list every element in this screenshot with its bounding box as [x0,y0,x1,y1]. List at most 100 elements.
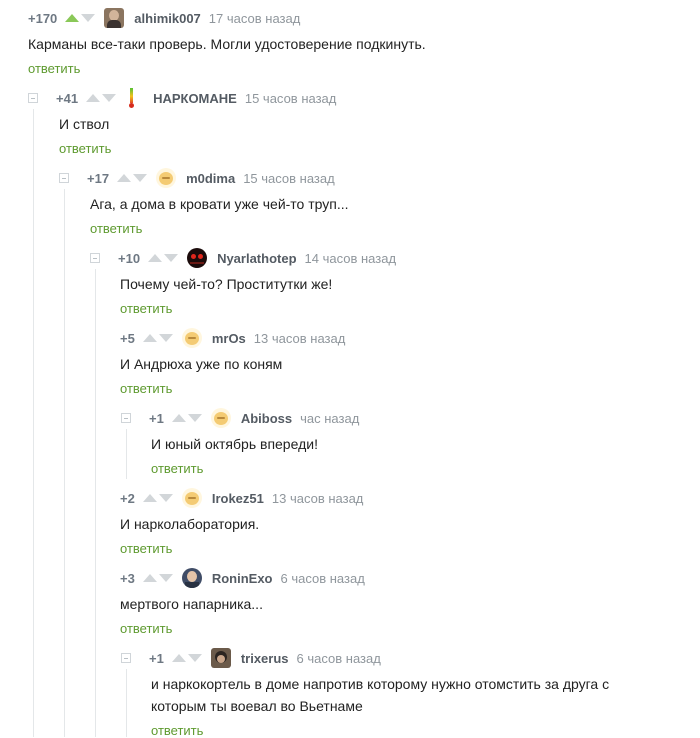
comment-rating: +1 [149,650,164,666]
comment-time[interactable]: 13 часов назад [272,491,364,506]
comment-header: +170 alhimik007 17 часов назад [28,8,300,28]
comment-header: +1 Abiboss час назад [121,408,359,428]
vote-controls [65,14,96,22]
comment-time[interactable]: 15 часов назад [243,171,335,186]
user-avatar[interactable] [210,648,231,668]
reply-link[interactable]: ответить [151,723,203,738]
comment-header: +41 НАРКОМАНЕ 15 часов назад [28,88,336,108]
comment-time[interactable]: 13 часов назад [254,331,346,346]
reply-link[interactable]: ответить [28,61,80,76]
reply-link[interactable]: ответить [120,541,172,556]
downvote-arrow-icon[interactable] [133,174,148,182]
comment-time[interactable]: 6 часов назад [281,571,365,586]
collapse-toggle-icon[interactable] [59,173,69,183]
comment-author[interactable]: Irokez51 [212,491,264,506]
user-avatar[interactable] [181,488,202,508]
comment-author[interactable]: RoninExo [212,571,273,586]
comment-rating: +5 [120,330,135,346]
vote-controls [171,654,202,662]
reply-link[interactable]: ответить [59,141,111,156]
comment-author[interactable]: Abiboss [241,411,292,426]
comment-time[interactable]: час назад [300,411,359,426]
reply-link[interactable]: ответить [90,221,142,236]
comment-header: +2 Irokez51 13 часов назад [120,488,363,508]
downvote-arrow-icon[interactable] [102,94,117,102]
comment-rating: +17 [87,170,110,186]
comment-text: И Андрюха уже по коням [120,356,283,372]
upvote-arrow-icon[interactable] [171,654,186,662]
comment-time[interactable]: 14 часов назад [305,251,397,266]
comment-header: +10 Nyarlathotep 14 часов назад [90,248,396,268]
vote-controls [142,574,173,582]
downvote-arrow-icon[interactable] [81,14,96,22]
comment-text: И нарколаборатория. [120,516,260,532]
comment-text: И юный октябрь впереди! [151,436,318,452]
downvote-arrow-icon[interactable] [164,254,179,262]
vote-controls [171,414,202,422]
user-avatar[interactable] [187,248,208,268]
comment-author[interactable]: Nyarlathotep [217,251,296,266]
upvote-arrow-icon[interactable] [86,94,101,102]
comment-rating: +3 [120,570,135,586]
downvote-arrow-icon[interactable] [158,494,173,502]
comment-text: И ствол [59,116,110,132]
vote-controls [148,254,179,262]
comment-author[interactable]: m0dima [186,171,235,186]
comment-time[interactable]: 15 часов назад [245,91,337,106]
reply-link[interactable]: ответить [120,621,172,636]
reply-link[interactable]: ответить [120,381,172,396]
comment-text: Почему чей-то? Проститутки же! [120,276,333,292]
upvote-arrow-icon[interactable] [148,254,163,262]
upvote-arrow-icon[interactable] [117,174,132,182]
comment-time[interactable]: 17 часов назад [209,11,301,26]
user-avatar[interactable] [181,568,202,588]
thread-branch-line [33,109,34,737]
comment-header: +3 RoninExo 6 часов назад [120,568,365,588]
reply-link[interactable]: ответить [151,461,203,476]
comment-author[interactable]: mrOs [212,331,246,346]
comment-text: которым ты воевал во Вьетнаме [151,698,363,714]
upvote-arrow-icon[interactable] [142,494,157,502]
comment-rating: +2 [120,490,135,506]
downvote-arrow-icon[interactable] [187,654,202,662]
vote-controls [142,494,173,502]
user-avatar[interactable] [104,8,125,28]
comment-author[interactable]: alhimik007 [134,11,201,26]
collapse-toggle-icon[interactable] [90,253,100,263]
user-avatar[interactable] [156,168,177,188]
downvote-arrow-icon[interactable] [187,414,202,422]
collapse-toggle-icon[interactable] [121,653,131,663]
thread-branch-line [64,189,65,737]
comment-text: Ага, а дома в кровати уже чей-то труп... [90,196,349,212]
thread-branch-line [126,429,127,479]
comment-rating: +1 [149,410,164,426]
upvote-arrow-icon[interactable] [171,414,186,422]
comment-rating: +10 [118,250,141,266]
vote-controls [86,94,117,102]
thread-branch-line [126,669,127,737]
comment-text: Карманы все-таки проверь. Могли удостове… [28,36,426,52]
comment-rating: +170 [28,10,58,26]
user-avatar[interactable] [125,88,139,108]
collapse-toggle-icon[interactable] [121,413,131,423]
comment-author[interactable]: trixerus [241,651,289,666]
comment-header: +5 mrOs 13 часов назад [120,328,345,348]
upvote-arrow-icon[interactable] [142,334,157,342]
collapse-toggle-icon[interactable] [28,93,38,103]
vote-controls [142,334,173,342]
thread-branch-line [95,269,96,737]
comment-time[interactable]: 6 часов назад [297,651,381,666]
comment-author[interactable]: НАРКОМАНЕ [153,91,237,106]
vote-controls [117,174,148,182]
comment-text: и наркокортель в доме напротив которому … [151,676,610,692]
comment-text: мертвого напарника... [120,596,263,612]
user-avatar[interactable] [210,408,231,428]
downvote-arrow-icon[interactable] [158,574,173,582]
upvote-arrow-icon[interactable] [142,574,157,582]
user-avatar[interactable] [181,328,202,348]
comment-header: +17 m0dima 15 часов назад [59,168,335,188]
reply-link[interactable]: ответить [120,301,172,316]
upvote-arrow-icon[interactable] [65,14,80,22]
comment-rating: +41 [56,90,79,106]
downvote-arrow-icon[interactable] [158,334,173,342]
